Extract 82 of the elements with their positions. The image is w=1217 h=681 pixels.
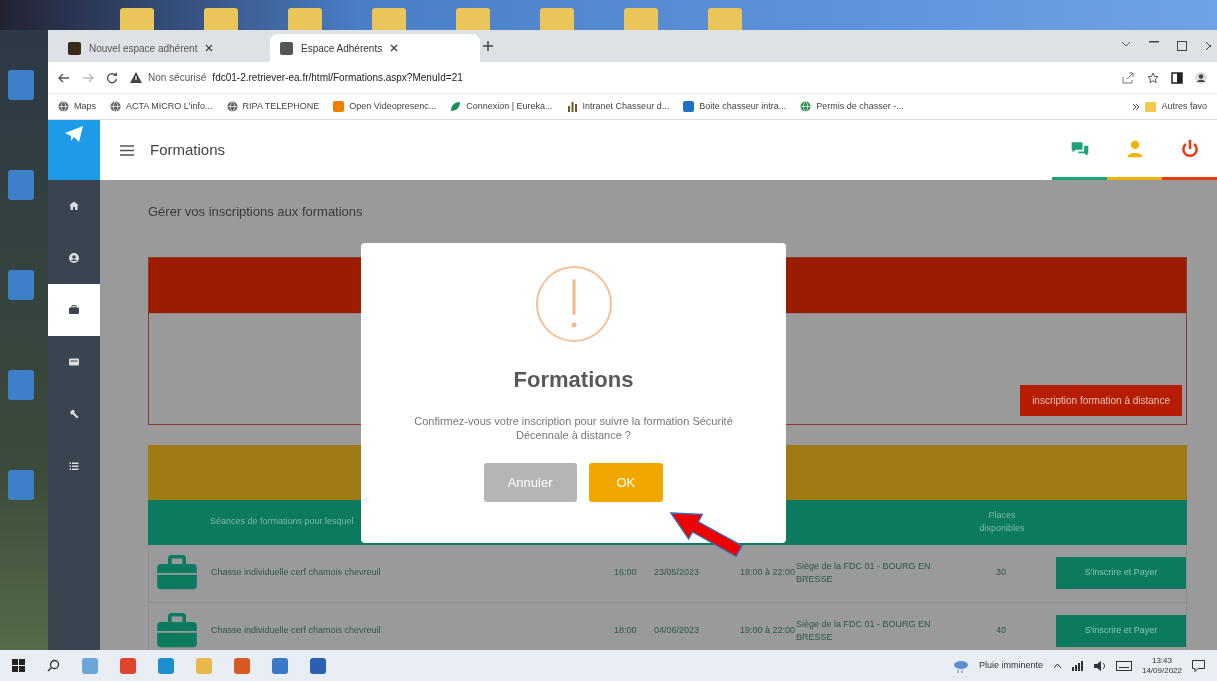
back-arrow-icon[interactable] (58, 72, 70, 83)
column-header: Places disponibles (978, 508, 1026, 535)
weather-icon (952, 658, 969, 673)
list-icon (68, 460, 80, 472)
weather-text[interactable]: Pluie imminente (978, 658, 1043, 673)
page-subtitle: Gérer vos inscriptions aux formations (148, 203, 364, 221)
table-cell-text: 40 (995, 624, 1007, 638)
taskbar-app-icon[interactable] (82, 657, 98, 674)
table-cell-text: 16:00 (614, 566, 638, 580)
table-cell-text: 18:00 (614, 624, 638, 638)
briefcase-icon (68, 304, 80, 316)
bookmark-link[interactable]: Maps (74, 99, 96, 114)
sidebar-item[interactable] (48, 284, 100, 336)
taskbar-app-icon[interactable] (272, 657, 288, 674)
table-cell: 19:00 à 22:00 (740, 566, 796, 580)
security-label[interactable]: Non sécurisé (148, 70, 207, 85)
close-icon[interactable] (205, 44, 214, 52)
register-button[interactable]: inscription formation à distance (1020, 384, 1182, 416)
folder-icon (1145, 101, 1157, 112)
minimize-icon[interactable] (1149, 41, 1159, 43)
warning-icon (534, 265, 613, 343)
close-icon[interactable] (1205, 41, 1211, 51)
network-icon[interactable] (1071, 660, 1084, 671)
browser-tab[interactable]: Espace Adhérents (270, 34, 480, 62)
clock-time[interactable]: 13:43 (1151, 655, 1172, 666)
taskbar-app-icon[interactable] (310, 657, 326, 674)
hammer-icon (68, 408, 80, 420)
sidebar-icon[interactable] (1171, 71, 1183, 84)
profile-icon[interactable] (1195, 71, 1207, 84)
share-icon[interactable] (1122, 71, 1135, 84)
table-cell: 19:00 à 22:00 (740, 624, 796, 638)
paper-plane-icon (65, 126, 83, 142)
user-circle-icon (68, 252, 80, 264)
warning-icon (130, 72, 142, 83)
table-cell-text: 30 (995, 566, 1007, 580)
new-tab-icon[interactable] (482, 40, 494, 52)
bookmark-link[interactable]: Open Videopresenc... (349, 99, 437, 114)
clock-date[interactable]: 14/09/2022 (1141, 665, 1182, 676)
dialog-title: Formations (513, 366, 634, 394)
more-chevron-icon[interactable] (1132, 102, 1141, 111)
bookmark-link[interactable]: Boite chasseur intra... (699, 99, 787, 114)
tab-title: Nouvel espace adhérent (89, 41, 198, 56)
favicon-icon (280, 41, 293, 55)
column-header: Séances de formations pour lesquel (210, 515, 355, 529)
bookmark-link[interactable]: Permis de chasser -... (816, 99, 904, 114)
notification-icon[interactable] (1192, 659, 1205, 672)
bookmark-link[interactable]: ACTA MICRO L'info... (126, 99, 213, 114)
browser-tab[interactable]: Nouvel espace adhérent (58, 34, 268, 62)
tab-title: Espace Adhérents (301, 41, 383, 56)
taskbar-app-icon[interactable] (120, 657, 136, 674)
bookmark-link[interactable]: Intranet Chasseur d... (582, 99, 670, 114)
star-icon[interactable] (1147, 71, 1159, 84)
power-icon (1179, 138, 1200, 159)
speaker-icon[interactable] (1093, 660, 1106, 671)
briefcase-icon (155, 555, 199, 591)
url-text[interactable]: fdc01-2.retriever-ea.fr/html/Formations.aspx?MenuId=21 (212, 70, 463, 85)
taskbar-app-icon[interactable] (158, 657, 174, 674)
favicon-icon (68, 41, 81, 55)
menu-icon[interactable] (120, 144, 134, 156)
table-cell-text: 23/05/2023 (654, 566, 701, 580)
table-cell-text: 04/06/2023 (654, 624, 701, 638)
dialog-message: Confirmez-vous votre inscription pour suivre la formation Sécurité Décennale à distance ? (413, 414, 734, 443)
table-cell-text: Siège de la FDC 01 - BOURG EN BRESSE (796, 617, 932, 644)
chevron-down-icon[interactable] (1121, 41, 1131, 47)
taskbar-app-icon[interactable] (234, 657, 250, 674)
home-icon (68, 200, 80, 212)
table-cell-text: Chasse individuelle cerf chamois chevreuil (211, 624, 382, 638)
card-icon (68, 356, 80, 368)
page-title: Formations (150, 139, 226, 160)
bookmark-link[interactable]: RIPA TELEPHONE (242, 99, 320, 114)
bookmark-folder[interactable]: Autres favo (1161, 99, 1207, 114)
close-icon[interactable] (390, 44, 399, 52)
table-cell-text: Chasse individuelle cerf chamois chevreuil (211, 566, 382, 580)
search-icon[interactable] (47, 659, 60, 672)
chevron-up-icon[interactable] (1052, 662, 1062, 669)
maximize-icon[interactable] (1177, 41, 1187, 51)
forward-arrow-icon (82, 72, 94, 83)
keyboard-icon[interactable] (1115, 660, 1132, 671)
reload-icon[interactable] (106, 71, 118, 84)
windows-start-icon[interactable] (12, 659, 25, 672)
table-cell-text: Siège de la FDC 01 - BOURG EN BRESSE (796, 559, 932, 586)
bookmark-link[interactable]: Connexion | Eureka... (466, 99, 553, 114)
